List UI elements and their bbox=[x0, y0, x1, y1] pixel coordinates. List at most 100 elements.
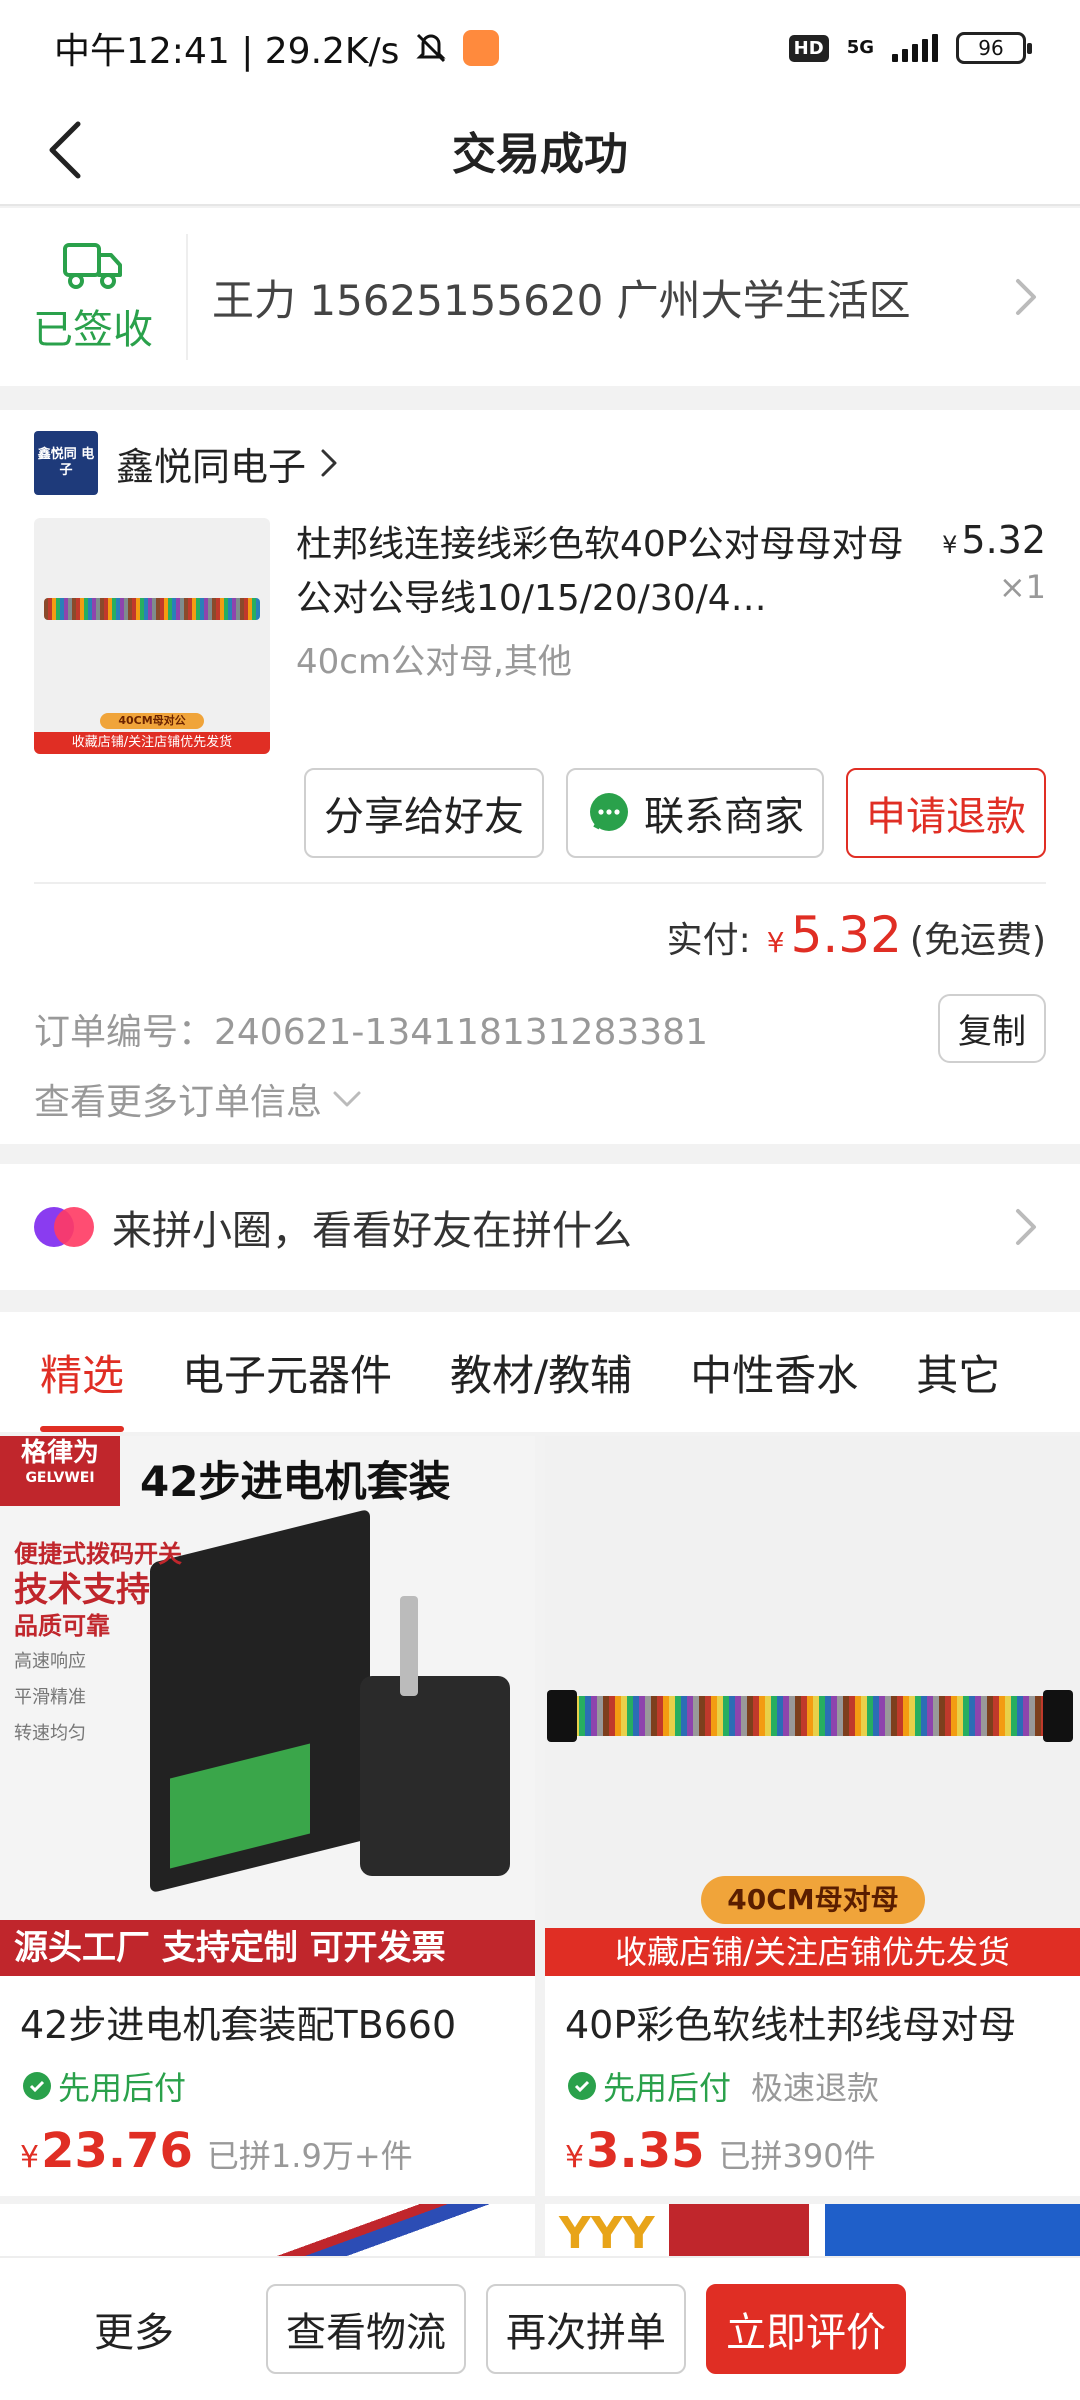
image-bottom-banner: 收藏店铺/关注店铺优先发货 bbox=[545, 1928, 1080, 1976]
shop-logo: 鑫悦同 电子 bbox=[34, 431, 98, 495]
peek-text: YYY bbox=[559, 2208, 655, 2259]
mute-icon bbox=[416, 33, 447, 63]
shop-link[interactable]: 鑫悦同 电子 鑫悦同电子 bbox=[0, 410, 1080, 516]
product-card-title: 40P彩色软线杜邦线母对母 bbox=[565, 2003, 1017, 2047]
more-button[interactable]: 更多 bbox=[34, 2300, 234, 2358]
page-title: 交易成功 bbox=[452, 129, 628, 180]
peek-banner bbox=[825, 2204, 1080, 2264]
order-id: 订单编号：240621-134118131283381 bbox=[34, 1011, 708, 1053]
circle-icon bbox=[34, 1207, 94, 1247]
review-button[interactable]: 立即评价 bbox=[706, 2284, 906, 2374]
chevron-right-icon bbox=[1016, 279, 1036, 315]
pay-later-label: 先用后付 bbox=[603, 2069, 732, 2107]
image-tag: 40CM母对母 bbox=[701, 1876, 925, 1924]
product-card[interactable]: 格律为 GELVWEI 42步进电机套装 便捷式拨码开关 技术支持 品质可靠 高速… bbox=[0, 1436, 535, 2196]
status-time: 中午12:41 | 29.2K/s bbox=[54, 31, 400, 72]
order-meta: 订单编号：240621-134118131283381 复制 查看更多订单信息 bbox=[0, 980, 1080, 1140]
signal-icon bbox=[892, 34, 938, 62]
brand-badge: 格律为 GELVWEI bbox=[0, 1436, 120, 1506]
bottom-action-bar: 更多 查看物流 再次拼单 立即评价 bbox=[0, 2256, 1080, 2400]
cable-image bbox=[44, 598, 260, 620]
chevron-right-icon bbox=[1016, 1209, 1036, 1245]
chevron-left-icon bbox=[49, 121, 81, 179]
product-card-title: 42步进电机套装配TB660 bbox=[20, 2003, 457, 2047]
share-button[interactable]: 分享给好友 bbox=[304, 768, 544, 858]
product-info: 杜邦线连接线彩色软40P公对母母对母公对公导线10/15/20/30/4… 40… bbox=[296, 518, 1046, 754]
product-title: 杜邦线连接线彩色软40P公对母母对母公对公导线10/15/20/30/4… bbox=[296, 524, 904, 619]
circle-banner-text: 来拼小圈，看看好友在拼什么 bbox=[112, 1208, 632, 1254]
product-thumbnail[interactable]: 40CM母对公 收藏店铺/关注店铺优先发货 bbox=[34, 518, 270, 754]
friends-circle-banner[interactable]: 来拼小圈，看看好友在拼什么 bbox=[0, 1164, 1080, 1290]
pay-later-label: 先用后付 bbox=[58, 2069, 187, 2107]
next-row-peek: YYY bbox=[0, 2204, 1080, 2264]
product-card-peek[interactable] bbox=[0, 2204, 535, 2264]
delivery-address-card[interactable]: 已签收 王力 15625155620 广州大学生活区 bbox=[0, 208, 1080, 386]
tab-unisex-perfume[interactable]: 中性香水 bbox=[690, 1312, 858, 1432]
image-headline: 42步进电机套装 bbox=[140, 1457, 451, 1506]
hd-badge: HD bbox=[788, 34, 829, 62]
currency-symbol: ¥ bbox=[942, 531, 958, 559]
tab-featured[interactable]: 精选 bbox=[40, 1312, 125, 1432]
order-actions: 分享给好友 联系商家 申请退款 bbox=[0, 768, 1080, 858]
network-label: 5G bbox=[846, 37, 874, 58]
feature-text: 便捷式拨码开关 bbox=[14, 1540, 182, 1568]
contact-seller-button[interactable]: 联系商家 bbox=[566, 768, 824, 858]
product-quantity: ×1 bbox=[998, 568, 1046, 606]
badge-icon bbox=[568, 2072, 596, 2100]
tab-other[interactable]: 其它 bbox=[916, 1312, 1000, 1432]
order-detail-page: 中午12:41 | 29.2K/s HD 5G 96 交易成功 已签收 王力 1… bbox=[0, 0, 1080, 2400]
status-bar: 中午12:41 | 29.2K/s HD 5G 96 bbox=[0, 0, 1080, 96]
contact-seller-label: 联系商家 bbox=[644, 794, 804, 840]
product-price-block: ¥5.32 ×1 bbox=[942, 518, 1046, 606]
product-price: ¥5.32 bbox=[942, 518, 1046, 562]
product-card-peek[interactable]: YYY bbox=[545, 2204, 1080, 2264]
peek-banner bbox=[669, 2204, 809, 2264]
feature-text: 品质可靠 bbox=[14, 1612, 110, 1640]
fast-refund-tag: 极速退款 bbox=[751, 2069, 880, 2107]
view-logistics-button[interactable]: 查看物流 bbox=[266, 2284, 466, 2374]
product-price-row: ¥ 23.76 已拼1.9万+件 bbox=[0, 2109, 535, 2179]
pay-later-tag: 先用后付 bbox=[565, 2063, 731, 2109]
chevron-down-icon bbox=[333, 1091, 361, 1107]
more-order-info[interactable]: 查看更多订单信息 bbox=[34, 1073, 1046, 1125]
sold-count: 已拼1.9万+件 bbox=[206, 2137, 413, 2175]
order-id-row: 订单编号：240621-134118131283381 复制 bbox=[34, 994, 1046, 1063]
delivery-status-label: 已签收 bbox=[33, 307, 153, 353]
product-card[interactable]: 40CM母对母 收藏店铺/关注店铺优先发货 40P彩色软线杜邦线母对母 先用后付… bbox=[545, 1436, 1080, 2196]
tab-textbooks[interactable]: 教材/教辅 bbox=[450, 1312, 632, 1432]
image-features: 便捷式拨码开关 技术支持 品质可靠 高速响应 平滑精准 转速均匀 bbox=[14, 1536, 182, 1752]
recipient-info: 王力 15625155620 广州大学生活区 bbox=[212, 275, 911, 325]
copy-button[interactable]: 复制 bbox=[938, 994, 1046, 1063]
back-button[interactable] bbox=[34, 118, 98, 182]
battery-icon: 96 bbox=[956, 32, 1032, 64]
sold-count: 已拼390件 bbox=[718, 2137, 876, 2175]
paid-label: 实付: bbox=[666, 920, 751, 961]
badge-icon bbox=[23, 2072, 51, 2100]
cable-image bbox=[547, 1690, 1073, 1742]
app-notification-icon bbox=[463, 30, 500, 66]
refund-button[interactable]: 申请退款 bbox=[846, 768, 1046, 858]
category-tabs: 精选 电子元器件 教材/教辅 中性香水 其它 bbox=[0, 1312, 1080, 1432]
product-tags: 先用后付 bbox=[0, 2049, 535, 2109]
more-order-info-label: 查看更多订单信息 bbox=[34, 1082, 323, 1123]
truck-icon bbox=[63, 243, 122, 289]
network-type: 5G bbox=[847, 39, 874, 57]
brand-name: 格律为 bbox=[20, 1438, 99, 1468]
product-image: 40CM母对母 收藏店铺/关注店铺优先发货 bbox=[545, 1436, 1080, 1976]
currency-symbol: ¥ bbox=[565, 2140, 585, 2175]
shipping-note: (免运费) bbox=[909, 920, 1046, 961]
driver-board-image bbox=[150, 1508, 370, 1894]
order-product[interactable]: 40CM母对公 收藏店铺/关注店铺优先发货 杜邦线连接线彩色软40P公对母母对母… bbox=[0, 518, 1080, 754]
chevron-right-icon bbox=[321, 449, 337, 477]
tab-electronic-components[interactable]: 电子元器件 bbox=[182, 1312, 392, 1432]
battery-level: 96 bbox=[978, 36, 1004, 60]
product-card-price: 3.35 bbox=[586, 2123, 705, 2179]
paid-currency: ¥ bbox=[766, 926, 785, 959]
feature-text: 技术支持 bbox=[14, 1570, 150, 1610]
feature-text: 转速均匀 bbox=[14, 1723, 86, 1744]
product-spec: 40cm公对母,其他 bbox=[296, 642, 572, 682]
nav-bar: 交易成功 bbox=[0, 96, 1080, 206]
reorder-button[interactable]: 再次拼单 bbox=[486, 2284, 686, 2374]
feature-text: 高速响应 bbox=[14, 1651, 86, 1672]
image-bottom-banner: 源头工厂 支持定制 可开发票 bbox=[0, 1920, 535, 1976]
